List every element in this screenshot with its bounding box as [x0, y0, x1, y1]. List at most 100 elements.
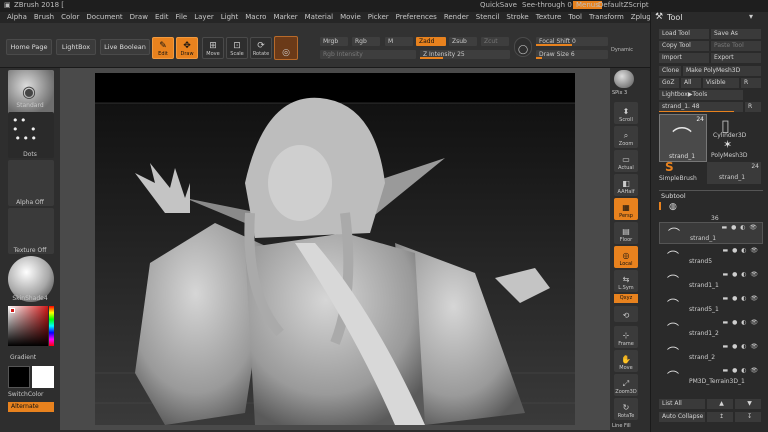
simplebrush-icon[interactable]: S [665, 160, 674, 174]
load-tool-button[interactable]: Load Tool [659, 29, 709, 39]
z-intensity-slider[interactable]: Z Intensity 25 [420, 50, 510, 59]
menu-item[interactable]: Draw [127, 12, 152, 23]
frame-button[interactable]: ⊹ Frame [614, 326, 638, 348]
move-view-button[interactable]: ✋ Move [614, 350, 638, 372]
bpr-button[interactable] [614, 70, 634, 88]
see-through-slider[interactable]: See-through 0 [522, 1, 572, 9]
mrgb-button[interactable]: Mrgb [320, 37, 348, 46]
gizmo-button[interactable]: ⟲ [614, 306, 638, 322]
import-button[interactable]: Import [659, 53, 709, 63]
arrow-up-button[interactable]: ↥ [707, 412, 733, 422]
all-button[interactable]: All [681, 78, 701, 88]
menu-item[interactable]: Picker [365, 12, 393, 23]
live-boolean-button[interactable]: Live Boolean [100, 39, 150, 55]
hue-slider[interactable] [49, 306, 54, 346]
menu-item[interactable]: Alpha [4, 12, 31, 23]
zadd-button[interactable]: Zadd [416, 37, 446, 46]
arrow-down-button[interactable]: ↧ [735, 412, 761, 422]
local-button[interactable]: ◎ Local [614, 246, 638, 268]
menu-item[interactable]: Render [441, 12, 473, 23]
subtool-visibility-icons[interactable]: ▬ ● ◐ 👁 [723, 247, 759, 254]
draw-button[interactable]: ✥ Draw [176, 37, 198, 59]
lightbox-button[interactable]: LightBox [56, 39, 96, 55]
brush-radius-toggle[interactable]: ◯ [514, 37, 532, 57]
main-color-swatch[interactable] [8, 366, 30, 388]
edit-button[interactable]: ✎ Edit [152, 37, 174, 59]
goz-button[interactable]: GoZ [659, 78, 679, 88]
menu-item[interactable]: Preferences [393, 12, 441, 23]
save-as-button[interactable]: Save As [711, 29, 761, 39]
subtool-visibility-icons[interactable]: ▬ ● ◐ 👁 [723, 367, 759, 374]
subtool-visibility-icons[interactable]: ▬ ● ◐ 👁 [723, 271, 759, 278]
subtool-visibility-icons[interactable]: ▬ ● ◐ 👁 [723, 319, 759, 326]
lightbox-tools-button[interactable]: Lightbox▶Tools [659, 90, 743, 100]
polymesh-star-icon[interactable]: ✶ [723, 138, 732, 151]
m-button[interactable]: M [385, 37, 413, 46]
zoom-button[interactable]: ⌕ Zoom [614, 126, 638, 148]
menu-item[interactable]: File [173, 12, 192, 23]
menu-item[interactable]: Edit [152, 12, 173, 23]
subtool-row[interactable]: ⌒ strand5_1 ▬ ● ◐ 👁 [659, 294, 763, 316]
quicksave-button[interactable]: QuickSave [480, 1, 517, 9]
document-viewport[interactable] [95, 73, 575, 425]
menu-item[interactable]: Movie [337, 12, 365, 23]
current-tool-slider[interactable]: strand_1. 48 [659, 102, 743, 112]
default-zscript-button[interactable]: DefaultZScript [598, 1, 649, 9]
primary-color-swatch[interactable] [10, 308, 15, 313]
clone-button[interactable]: Clone [659, 66, 681, 76]
list-all-button[interactable]: List All [659, 399, 705, 409]
dynamic-toggle[interactable]: Dynamic [611, 47, 633, 53]
home-page-button[interactable]: Home Page [6, 39, 52, 55]
menu-item[interactable]: Marker [270, 12, 301, 23]
subtool-row[interactable]: ⌒ strand_1 ▬ ● ◐ 👁 [659, 222, 763, 244]
move-down-button[interactable]: ▼ [735, 399, 761, 409]
zsub-button[interactable]: Zsub [449, 37, 477, 46]
menu-item[interactable]: Material [302, 12, 337, 23]
aahalf-button[interactable]: ◧ AAHalf [614, 174, 638, 196]
focal-shift-slider[interactable]: Focal Shift 0 [536, 37, 608, 46]
subtool-visibility-icons[interactable]: ▬ ● ◐ 👁 [723, 343, 759, 350]
paste-tool-button[interactable]: Paste Tool [711, 41, 761, 51]
menu-item[interactable]: Tool [565, 12, 586, 23]
subtool-row[interactable]: ⌒ strand1_1 ▬ ● ◐ 👁 [659, 270, 763, 292]
menu-item[interactable]: Document [83, 12, 126, 23]
r-button[interactable]: R [741, 78, 761, 88]
current-tool-thumbnail[interactable]: 24 ⌒ strand_1 [659, 114, 707, 162]
rotate-view-button[interactable]: ↻ RotaTe [614, 398, 638, 420]
simplebrush-label[interactable]: SimpleBrush [659, 175, 697, 182]
subtool-row[interactable]: ⌒ strand1_2 ▬ ● ◐ 👁 [659, 318, 763, 340]
export-button[interactable]: Export [711, 53, 761, 63]
auto-collapse-button[interactable]: Auto Collapse [659, 412, 705, 422]
menu-item[interactable]: Brush [31, 12, 58, 23]
secondary-color-swatch[interactable] [32, 366, 54, 388]
rgb-button[interactable]: Rgb [352, 37, 380, 46]
strand-thumbnail-small[interactable]: 24 strand_1 [707, 162, 761, 184]
menu-item[interactable]: Transform [586, 12, 628, 23]
subtool-visibility-icons[interactable]: ▬ ● ◐ 👁 [723, 295, 759, 302]
scroll-button[interactable]: ⬍ Scroll [614, 102, 638, 124]
qxyz-button[interactable]: Qxyz [614, 294, 638, 303]
rotate-button[interactable]: ⟳ Rotate [250, 37, 272, 59]
menu-item[interactable]: Macro [242, 12, 270, 23]
subtool-header[interactable]: Subtool [661, 192, 686, 200]
zcut-button[interactable]: Zcut [481, 37, 509, 46]
panel-options-icon[interactable]: ▾ [749, 12, 753, 21]
draw-size-slider[interactable]: Draw Size 6 [536, 50, 608, 59]
visible-button[interactable]: Visible [703, 78, 739, 88]
polymesh3d-label[interactable]: PolyMesh3D [711, 152, 748, 159]
subtool-visibility-icons[interactable]: ▬ ● ◐ 👁 [722, 224, 758, 231]
floor-button[interactable]: ▤ Floor [614, 222, 638, 244]
subtool-row[interactable]: ⌒ strand5 ▬ ● ◐ 👁 [659, 246, 763, 268]
scale-button[interactable]: ⊡ Scale [226, 37, 248, 59]
canvas-area[interactable] [60, 68, 610, 430]
rgb-intensity-slider[interactable]: Rgb Intensity [320, 50, 416, 59]
spix-slider[interactable]: SPix 3 [612, 90, 627, 96]
menu-item[interactable]: Texture [533, 12, 566, 23]
material-swatch[interactable]: ◎ [274, 36, 298, 60]
switchcolor-button[interactable]: SwitchColor [0, 391, 60, 398]
actual-button[interactable]: ▭ Actual [614, 150, 638, 172]
lsym-button[interactable]: ⇆ L.Sym [614, 270, 638, 292]
menu-item[interactable]: Color [58, 12, 83, 23]
menu-item[interactable]: Layer [191, 12, 218, 23]
move-button[interactable]: ⊞ Move [202, 37, 224, 59]
